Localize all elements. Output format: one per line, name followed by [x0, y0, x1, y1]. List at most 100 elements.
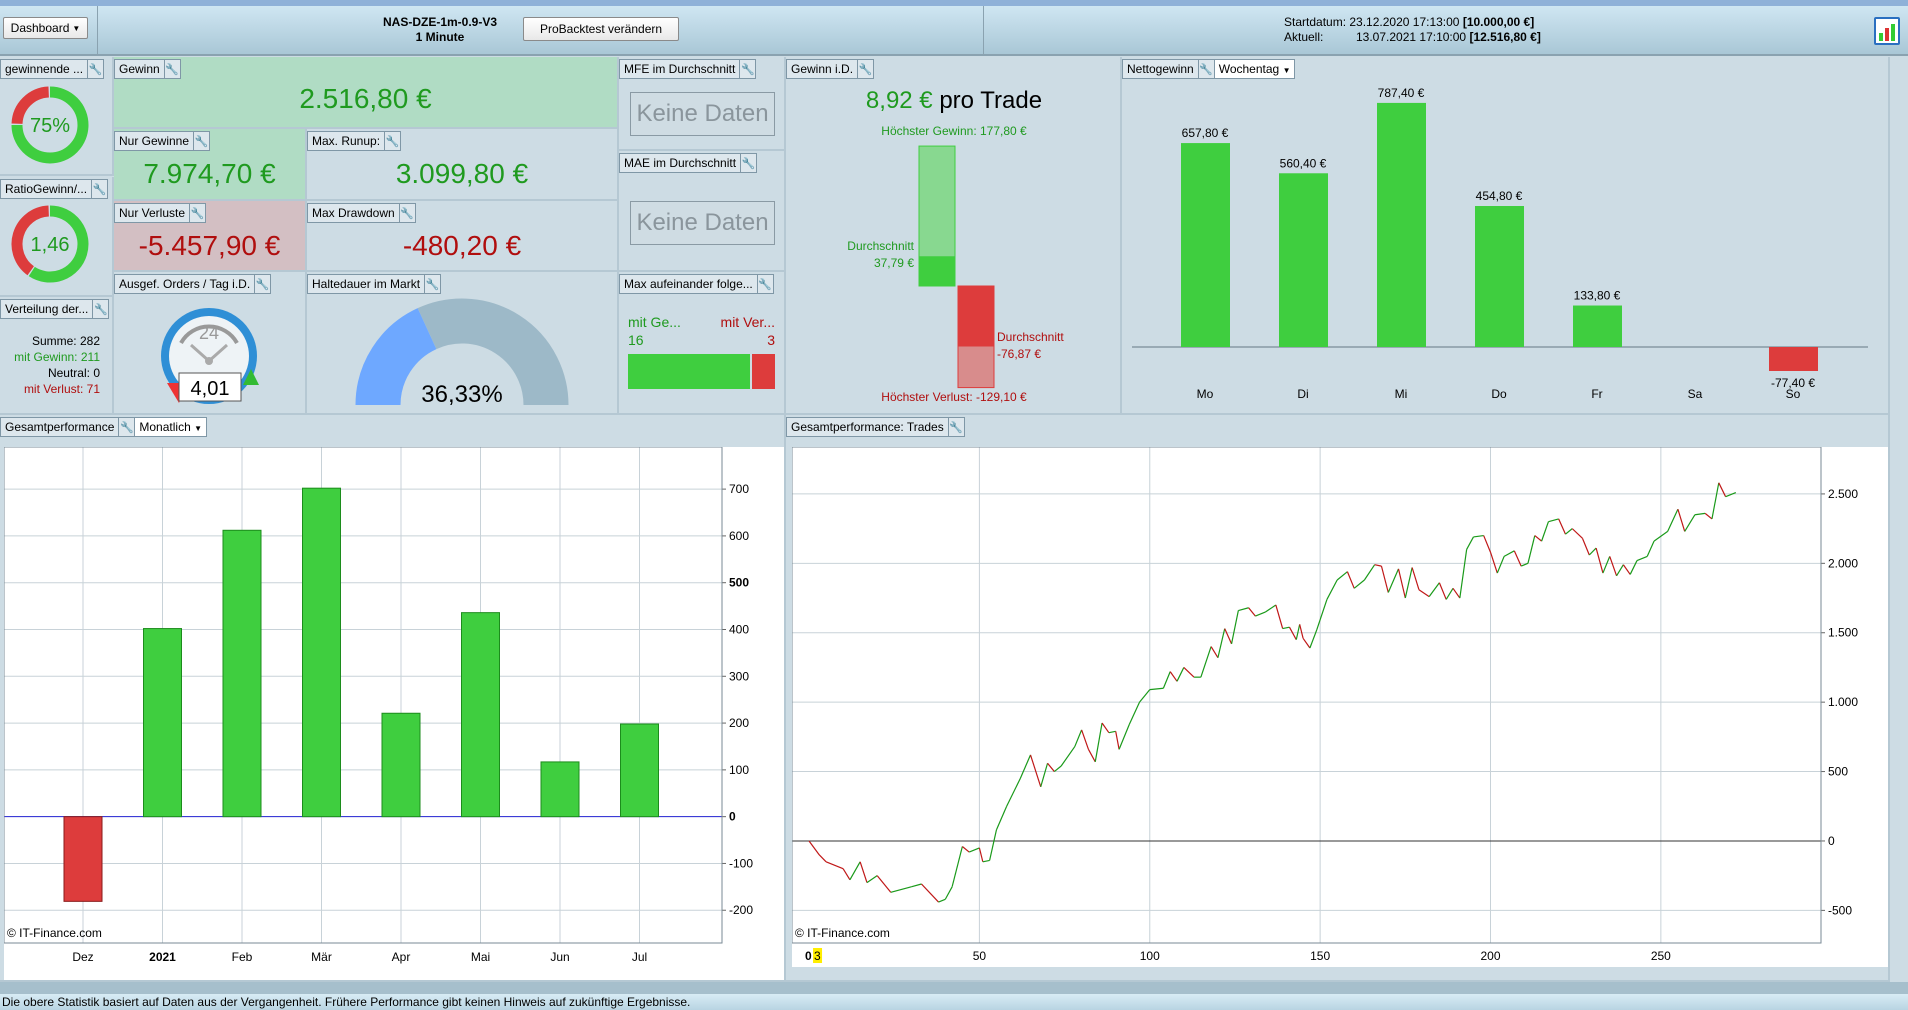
wrench-icon[interactable]: 🔧: [92, 180, 107, 198]
equity-segment: [1483, 535, 1492, 553]
dashboard-dropdown[interactable]: Dashboard ▼: [3, 17, 88, 39]
equity-segment: [1503, 550, 1515, 557]
panel-tab[interactable]: Max Drawdown 🔧: [307, 203, 416, 223]
equity-segment: [876, 875, 892, 893]
equity-segment: [1336, 571, 1348, 581]
mfe-no-data: Keine Daten: [630, 92, 775, 136]
panel-tab[interactable]: Gesamtperformance 🔧 Monatlich ▼: [0, 417, 208, 437]
y-tick-label: 500: [1828, 765, 1848, 779]
panel-tab[interactable]: Verteilung der... 🔧: [0, 299, 110, 319]
equity-segment: [1200, 646, 1212, 678]
win-value: 211: [80, 350, 100, 364]
equity-segment: [1667, 508, 1679, 532]
current-date: 13.07.2021 17:10:00: [1356, 30, 1467, 44]
wrench-icon[interactable]: 🔧: [190, 204, 205, 222]
equity-segment: [1445, 588, 1454, 600]
winning-value: 75%: [30, 115, 70, 137]
wrench-icon[interactable]: 🔧: [400, 204, 415, 222]
ratio-panel: RatioGewinn/... 🔧 1,46: [0, 177, 114, 297]
x-tick-label: 150: [1310, 949, 1330, 963]
consec-loss-value: 3: [767, 332, 775, 348]
wrench-icon[interactable]: 🔧: [194, 132, 209, 150]
panel-title: RatioGewinn/...: [1, 180, 93, 198]
equity-segment: [1169, 671, 1178, 682]
plot-frame: [4, 447, 723, 944]
wrench-icon[interactable]: 🔧: [88, 60, 103, 78]
equity-segment: [1094, 722, 1103, 762]
panel-tab[interactable]: Max. Runup: 🔧: [307, 131, 402, 151]
panel-tab[interactable]: MAE im Durchschnitt 🔧: [619, 153, 758, 173]
x-tick-label: 50: [973, 949, 987, 963]
consecutive-panel: Max aufeinander folge... 🔧 mit Ge... mit …: [619, 272, 786, 415]
wrench-icon[interactable]: 🔧: [741, 154, 756, 172]
equity-segment: [1248, 607, 1256, 617]
strategy-name: NAS-DZE-1m-0.9-V3: [382, 15, 498, 29]
panel-tab[interactable]: RatioGewinn/... 🔧: [0, 179, 109, 199]
equity-segment: [1418, 589, 1430, 598]
equity-segment: [1571, 528, 1583, 539]
ratio-value: 1,46: [31, 234, 70, 256]
max-loss-label: Höchster Verlust: -129,10 €: [881, 390, 1027, 404]
x-tick-label: Jun: [550, 950, 569, 964]
panel-tab[interactable]: Gesamtperformance: Trades 🔧: [786, 417, 965, 437]
equity-segment: [890, 886, 912, 893]
change-backtest-button[interactable]: ProBacktest verändern: [523, 17, 679, 41]
panel-title: Gesamtperformance: [1, 418, 120, 436]
weekday-chart: 657,80 € Mo 560,40 € Di 787,40 € Mi 454,80 € Do…: [1132, 86, 1868, 401]
panel-tab[interactable]: Nur Gewinne 🔧: [114, 131, 211, 151]
equity-segment: [1374, 564, 1382, 567]
equity-segment: [911, 883, 922, 888]
wrench-icon[interactable]: 🔧: [165, 60, 180, 78]
panel-tab[interactable]: Gewinn 🔧: [114, 59, 181, 79]
panel-tab[interactable]: gewinnende ... 🔧: [0, 59, 105, 79]
equity-segment: [808, 840, 820, 856]
equity-segment: [1711, 482, 1720, 520]
chart-report-icon[interactable]: [1874, 17, 1900, 45]
bar-Mi: [1377, 102, 1426, 347]
panel-tab[interactable]: Max aufeinander folge... 🔧: [619, 274, 774, 294]
wrench-icon[interactable]: 🔧: [93, 300, 108, 318]
wrench-icon[interactable]: 🔧: [385, 132, 400, 150]
x-tick-label: 100: [1140, 949, 1160, 963]
max-drawdown-panel: Max Drawdown 🔧 -480,20 €: [307, 201, 619, 272]
x-tick-label: Jul: [632, 950, 647, 964]
wrench-icon[interactable]: 🔧: [740, 60, 755, 78]
equity-segment: [1074, 729, 1083, 747]
equity-segment: [1609, 556, 1618, 577]
y-tick-label: 100: [729, 763, 749, 777]
wrench-icon[interactable]: 🔧: [119, 418, 134, 436]
mae-panel: MAE im Durchschnitt 🔧 Keine Daten: [619, 151, 786, 272]
equity-segment: [1282, 626, 1290, 630]
equity-segment: [1629, 560, 1638, 575]
avg-gain-bar: [919, 256, 955, 286]
current-label: Aktuell:: [1284, 30, 1324, 44]
panel-tab[interactable]: MFE im Durchschnitt 🔧: [619, 59, 757, 79]
x-tick-label: Apr: [392, 950, 411, 964]
equity-segment: [1473, 534, 1484, 538]
equity-segment: [1466, 536, 1474, 550]
bar-Di: [1279, 173, 1328, 347]
x-tick-label: 200: [1480, 949, 1500, 963]
dashboard-label: Dashboard: [10, 21, 70, 35]
bar-label: 560,40 €: [1280, 156, 1327, 170]
panel-tab[interactable]: Nur Verluste 🔧: [114, 203, 207, 223]
bar-Jun: [540, 761, 580, 818]
equity-segment: [1534, 535, 1542, 542]
max-runup-value: 3.099,80 €: [395, 158, 529, 189]
equity-segment: [1694, 512, 1706, 516]
equity-segment: [1316, 599, 1328, 631]
monthly-dropdown[interactable]: Monatlich ▼: [134, 418, 207, 436]
equity-segment: [1081, 729, 1089, 750]
bar-Jul: [620, 723, 659, 818]
x-tick-label: So: [1786, 387, 1801, 401]
equity-segment: [1108, 730, 1116, 734]
cursor-badge-label: 3: [814, 949, 821, 963]
monthly-panel: Gesamtperformance 🔧 Monatlich ▼ -200 -100 0 1…: [0, 415, 786, 982]
equity-segment: [938, 898, 946, 903]
equity-segment: [1346, 571, 1355, 589]
wrench-icon[interactable]: 🔧: [949, 418, 964, 436]
wrench-icon[interactable]: 🔧: [758, 275, 773, 293]
panel-tab[interactable]: Ausgef. Orders / Tag i.D. 🔧: [114, 274, 272, 294]
equity-segment: [1616, 564, 1624, 577]
wrench-icon[interactable]: 🔧: [255, 275, 270, 293]
